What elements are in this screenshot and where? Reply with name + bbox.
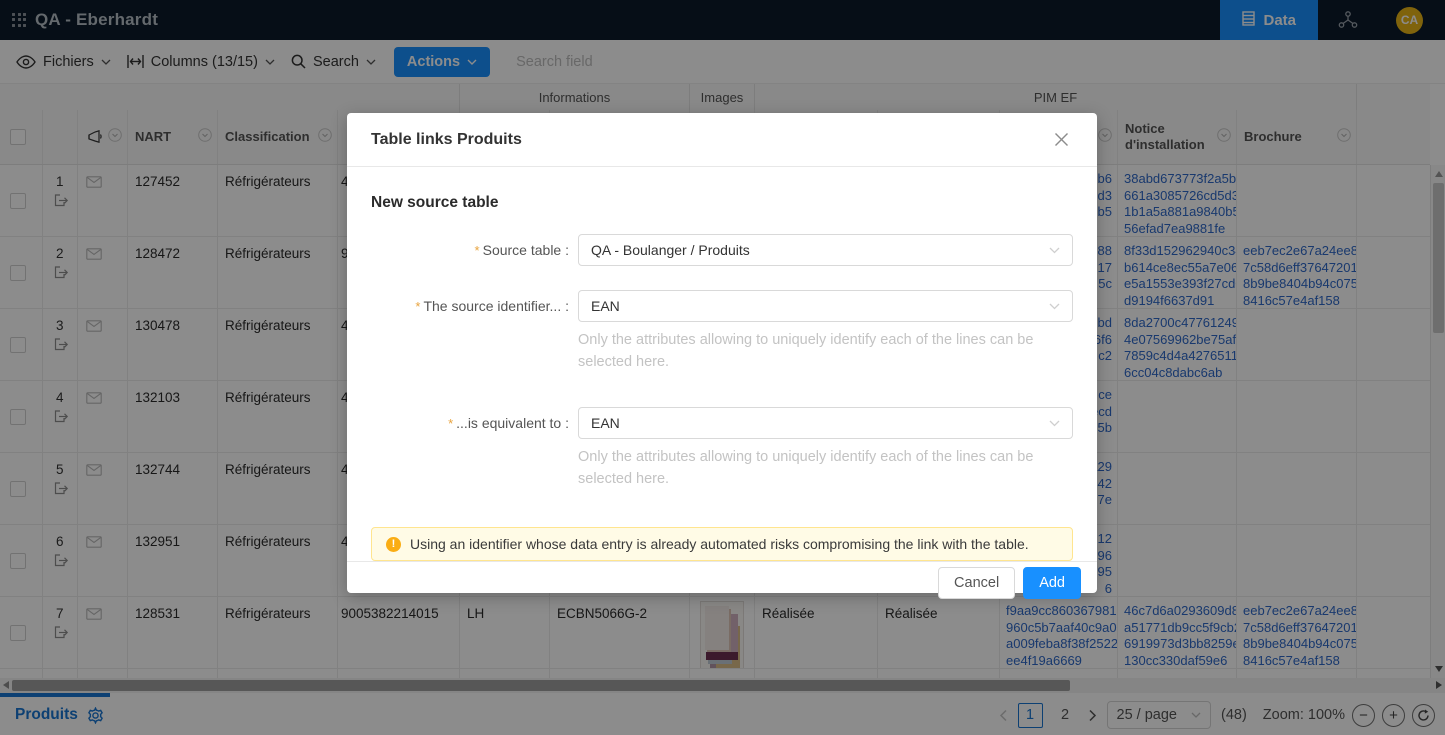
required-mark: *: [448, 416, 453, 431]
cancel-button[interactable]: Cancel: [938, 567, 1015, 599]
warning-banner: ! Using an identifier whose data entry i…: [371, 527, 1073, 561]
equivalent-label: ...is equivalent to :: [456, 415, 569, 431]
equivalent-field: *...is equivalent to : EAN: [371, 407, 1073, 439]
warning-icon: !: [386, 537, 401, 552]
chevron-down-icon: [1049, 247, 1060, 254]
chevron-down-icon: [1049, 303, 1060, 310]
source-identifier-help: Only the attributes allowing to uniquely…: [578, 329, 1078, 373]
required-mark: *: [415, 299, 420, 314]
section-title: New source table: [371, 194, 1073, 212]
close-icon[interactable]: [1050, 128, 1073, 151]
modal-footer: Cancel Add: [347, 561, 1097, 604]
required-mark: *: [475, 243, 480, 258]
chevron-down-icon: [1049, 420, 1060, 427]
add-button[interactable]: Add: [1023, 567, 1081, 599]
source-table-label: Source table :: [483, 242, 569, 258]
table-links-modal: Table links Produits New source table *S…: [347, 113, 1097, 593]
source-table-field: *Source table : QA - Boulanger / Produit…: [371, 234, 1073, 266]
source-identifier-field: *The source identifier... : EAN: [371, 290, 1073, 322]
source-table-select[interactable]: QA - Boulanger / Produits: [578, 234, 1073, 266]
equivalent-select[interactable]: EAN: [578, 407, 1073, 439]
equivalent-value: EAN: [591, 415, 620, 431]
modal-title: Table links Produits: [371, 131, 522, 149]
equivalent-help: Only the attributes allowing to uniquely…: [578, 446, 1078, 490]
warning-text: Using an identifier whose data entry is …: [410, 536, 1029, 552]
source-identifier-label: The source identifier... :: [423, 298, 569, 314]
source-identifier-select[interactable]: EAN: [578, 290, 1073, 322]
source-table-value: QA - Boulanger / Produits: [591, 242, 750, 258]
source-identifier-value: EAN: [591, 298, 620, 314]
modal-header: Table links Produits: [347, 113, 1097, 167]
modal-body: New source table *Source table : QA - Bo…: [347, 167, 1097, 561]
